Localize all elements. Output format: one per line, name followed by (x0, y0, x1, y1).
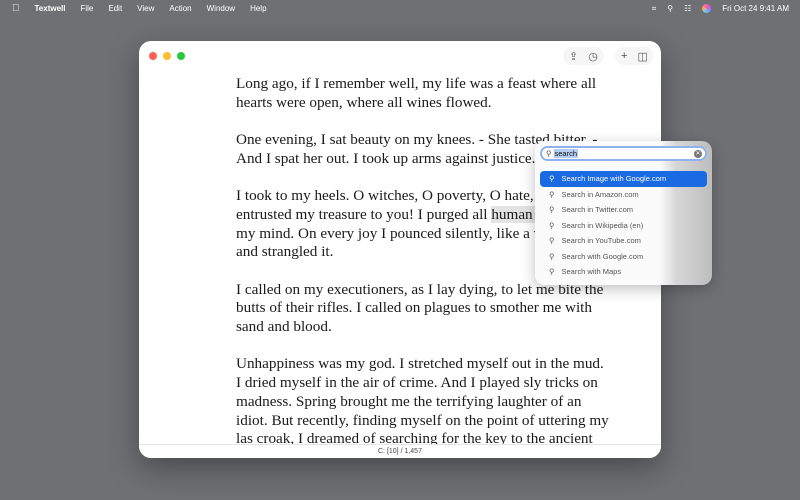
menu-file[interactable]: File (80, 4, 93, 13)
wifi-icon[interactable]: ⌗ (652, 4, 657, 14)
search-field[interactable]: ⚲ search ✕ (540, 146, 707, 161)
menu-app[interactable]: Textwell (35, 4, 66, 13)
clock[interactable]: Fri Oct 24 9:41 AM (722, 4, 789, 13)
menu-action[interactable]: Action (169, 4, 191, 13)
search-icon: ⚲ (549, 251, 555, 261)
search-icon: ⚲ (549, 267, 555, 277)
search-option[interactable]: ⚲ Search Image with Google.com (540, 171, 707, 187)
history-clock-icon[interactable]: ◷ (588, 50, 598, 63)
share-icon[interactable]: ⇪ (569, 50, 578, 63)
search-option[interactable]: ⚲ Search with Maps (540, 264, 707, 280)
clear-search-icon[interactable]: ✕ (694, 150, 702, 158)
control-center-icon[interactable]: ☷ (684, 4, 691, 13)
search-icon: ⚲ (549, 205, 555, 215)
paragraph: I took to my heels. O witches, O poverty… (236, 187, 599, 223)
search-icon: ⚲ (546, 149, 552, 158)
minimize-button[interactable] (163, 52, 171, 60)
search-option[interactable]: ⚲ Search with Google.com (540, 249, 707, 265)
search-icon: ⚲ (549, 174, 555, 184)
search-input[interactable]: search (553, 149, 579, 158)
paragraph: my mind. On every joy I pounced silently… (236, 224, 600, 261)
search-icon: ⚲ (549, 236, 555, 246)
paragraph: Long ago, if I remember well, my life wa… (236, 75, 597, 111)
search-popover: ⚲ search ✕ ⚲ Search Image with Google.com… (535, 141, 712, 285)
search-icon: ⚲ (549, 189, 555, 199)
search-option[interactable]: ⚲ Search in Wikipedia (en) (540, 218, 707, 234)
zoom-button[interactable] (177, 52, 185, 60)
paragraph: One evening, I sat beauty on my knees. -… (236, 131, 598, 167)
sidebar-toggle-icon[interactable]: ◫ (637, 50, 647, 63)
menu-edit[interactable]: Edit (108, 4, 122, 13)
status-bar: C: [10] / 1,457 (139, 444, 661, 458)
spotlight-search-icon[interactable]: ⚲ (667, 4, 673, 13)
menu-bar:  Textwell File Edit View Action Window … (0, 0, 800, 17)
search-option[interactable]: ⚲ Search in Amazon.com (540, 187, 707, 203)
menu-view[interactable]: View (137, 4, 154, 13)
menu-window[interactable]: Window (207, 4, 235, 13)
paragraph: Unhappiness was my god. I stretched myse… (236, 355, 609, 448)
paragraph: I called on my executioners, as I lay dy… (236, 280, 604, 336)
close-button[interactable] (149, 52, 157, 60)
search-option[interactable]: ⚲ Search in YouTube.com (540, 233, 707, 249)
menu-help[interactable]: Help (250, 4, 266, 13)
apple-menu-icon[interactable]:  (12, 3, 20, 14)
document-text[interactable]: Long ago, if I remember well, my life wa… (236, 75, 609, 458)
search-option[interactable]: ⚲ Search in Twitter.com (540, 202, 707, 218)
siri-icon[interactable] (702, 4, 712, 13)
search-icon: ⚲ (549, 220, 555, 230)
new-document-plus-icon[interactable]: + (621, 50, 627, 62)
